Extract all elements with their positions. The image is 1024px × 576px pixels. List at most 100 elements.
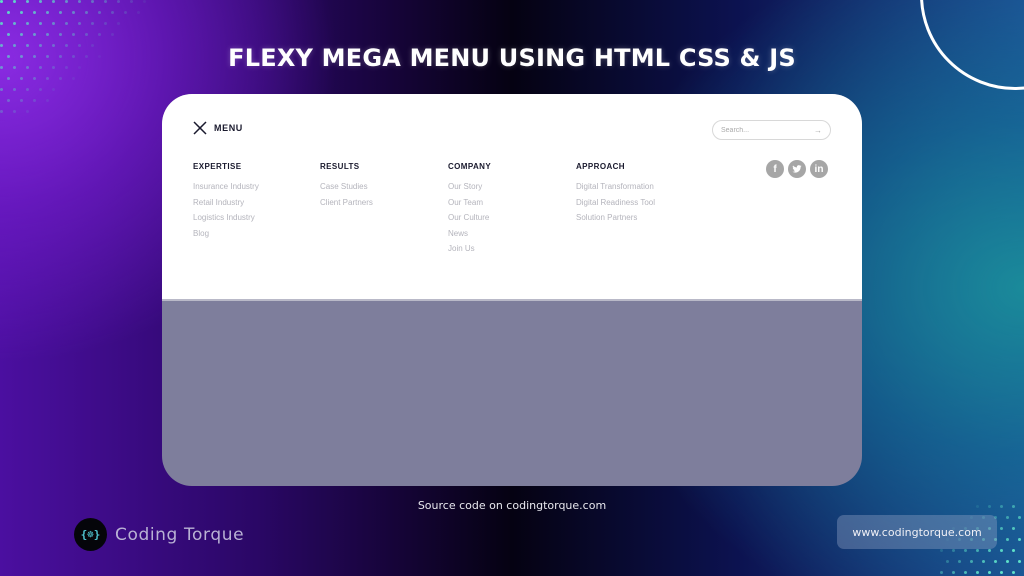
decor-dot (1000, 549, 1003, 552)
decor-dot (952, 571, 955, 574)
menu-link[interactable]: News (448, 228, 491, 244)
decor-dot (104, 22, 107, 25)
decor-dot (976, 571, 979, 574)
decor-dot (6, 99, 10, 102)
decor-dot (45, 11, 49, 14)
decor-dot (104, 0, 107, 3)
decor-dot (1012, 571, 1015, 574)
social-links: f in (766, 160, 828, 178)
decor-dot (1012, 527, 1015, 530)
decor-dot (71, 77, 75, 80)
decor-dot (58, 33, 62, 36)
menu-link[interactable]: Retail Industry (193, 197, 259, 213)
decor-dot (32, 33, 36, 36)
decor-dot (982, 560, 985, 563)
menu-link[interactable]: Digital Transformation (576, 181, 655, 197)
decor-dot (143, 0, 146, 3)
decor-dot (45, 33, 49, 36)
linkedin-icon[interactable]: in (810, 160, 828, 178)
decor-dot (19, 77, 23, 80)
decor-dot (1000, 527, 1003, 530)
decor-dot (117, 22, 120, 25)
decor-dot (13, 0, 16, 3)
decor-dot (1006, 560, 1009, 563)
decor-dot (976, 549, 979, 552)
brand: {☸} Coding Torque (74, 518, 244, 551)
decor-dot (1018, 560, 1021, 563)
decor-dot (6, 33, 10, 36)
menu-link[interactable]: Case Studies (320, 181, 373, 197)
decor-dot (117, 0, 120, 3)
decor-dot (26, 88, 29, 91)
menu-link[interactable]: Logistics Industry (193, 212, 259, 228)
decor-dot (97, 33, 101, 36)
decor-dot (13, 22, 16, 25)
decor-dot (0, 110, 3, 113)
column-heading: APPROACH (576, 162, 625, 171)
search-box: → (712, 120, 831, 140)
decor-dot (65, 0, 68, 3)
decor-dot (940, 571, 943, 574)
decor-dot (6, 77, 10, 80)
decor-dot (52, 22, 55, 25)
decor-dot (26, 110, 29, 113)
decor-dot (91, 0, 94, 3)
decor-dot (958, 560, 961, 563)
decor-dot (78, 0, 81, 3)
decor-dot (58, 77, 62, 80)
menu-link[interactable]: Solution Partners (576, 212, 655, 228)
decor-dot (110, 33, 114, 36)
page-overlay[interactable] (162, 303, 862, 486)
decor-dot (0, 88, 3, 91)
menu-link[interactable]: Digital Readiness Tool (576, 197, 655, 213)
decor-dot (952, 549, 955, 552)
decor-dot (26, 0, 29, 3)
decor-dot (13, 110, 16, 113)
decor-dot (0, 22, 3, 25)
menu-link[interactable]: Insurance Industry (193, 181, 259, 197)
menu-link[interactable]: Our Culture (448, 212, 491, 228)
menu-link[interactable]: Client Partners (320, 197, 373, 213)
decor-dot (1000, 571, 1003, 574)
menu-link[interactable]: Our Story (448, 181, 491, 197)
brand-name: Coding Torque (115, 524, 245, 545)
decor-dot (39, 88, 42, 91)
decor-dot (110, 11, 114, 14)
decor-dot (13, 88, 16, 91)
decor-dot (45, 99, 49, 102)
search-input[interactable] (721, 126, 811, 134)
decor-dot (45, 77, 49, 80)
decor-dot (84, 33, 88, 36)
menu-link[interactable]: Blog (193, 228, 259, 244)
decor-dot (6, 11, 10, 14)
twitter-icon[interactable] (788, 160, 806, 178)
menu-column-results: RESULTS Case Studies Client Partners (320, 162, 373, 212)
decor-dot (52, 88, 55, 91)
decor-dot (78, 22, 81, 25)
decor-dot (123, 11, 127, 14)
decor-dot (97, 11, 101, 14)
search-arrow-icon[interactable]: → (814, 126, 822, 135)
decor-dot (994, 560, 997, 563)
decor-dot (1018, 516, 1021, 519)
decor-dot (39, 22, 42, 25)
menu-label: MENU (214, 123, 243, 133)
website-button[interactable]: www.codingtorque.com (837, 515, 997, 549)
decor-dot (39, 0, 42, 3)
decor-dot (1006, 538, 1009, 541)
decor-dot (964, 571, 967, 574)
decor-dot (940, 549, 943, 552)
decor-dot (71, 11, 75, 14)
column-heading: EXPERTISE (193, 162, 242, 171)
decor-dot (964, 549, 967, 552)
menu-close-button[interactable]: MENU (193, 121, 243, 135)
mega-menu-demo: MENU → EXPERTISE Insurance Industry Reta… (162, 94, 862, 486)
decor-dot (84, 11, 88, 14)
menu-link[interactable]: Join Us (448, 243, 491, 259)
decor-dot (32, 99, 36, 102)
decor-dot (32, 11, 36, 14)
menu-link[interactable]: Our Team (448, 197, 491, 213)
close-x-icon (193, 121, 207, 135)
facebook-icon[interactable]: f (766, 160, 784, 178)
brand-logo-icon: {☸} (74, 518, 107, 551)
